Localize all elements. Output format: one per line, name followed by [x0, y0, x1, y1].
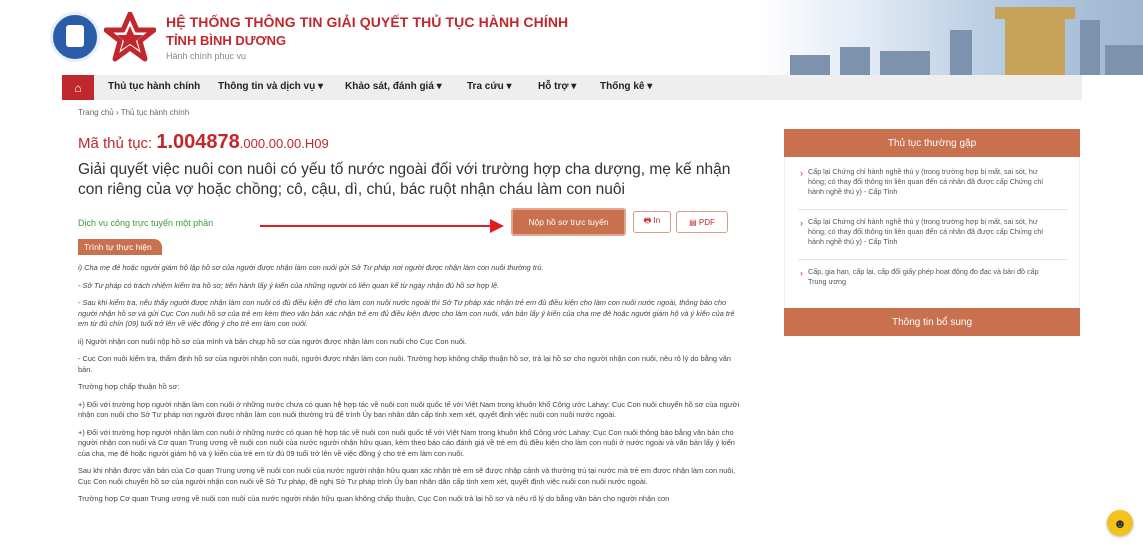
nav-thu-tuc-hanh-chinh[interactable]: Thủ tục hành chính — [108, 81, 200, 92]
print-button[interactable]: 🖶 In — [633, 211, 671, 233]
annotation-arrow-head — [490, 219, 504, 233]
faq-item[interactable]: Cấp lại Chứng chỉ hành nghề thú y (trong… — [808, 167, 1056, 197]
header-banner-image — [760, 0, 1143, 75]
content-paragraph: i) Cha mẹ đẻ hoặc người giám hộ lập hồ s… — [78, 263, 544, 272]
site-header: HỆ THỐNG THÔNG TIN GIẢI QUYẾT THỦ TỤC HÀ… — [0, 0, 1143, 75]
content-paragraph: +) Đối với trường hợp người nhận làm con… — [78, 399, 740, 420]
content-paragraph: - Sau khi kiểm tra, nếu thấy người được … — [78, 298, 735, 328]
procedure-code: Mã thủ tục: 1.004878.000.00.00.H09 — [78, 131, 329, 154]
divider — [798, 259, 1068, 260]
content-paragraph: Sau khi nhận được văn bản của Cơ quan Tr… — [78, 466, 736, 486]
faq-panel-title: Thủ tục thường gặp — [784, 129, 1080, 157]
pdf-button[interactable]: ▤ PDF — [676, 211, 728, 233]
nav-ho-tro[interactable]: Hỗ trợ ▾ — [538, 81, 576, 92]
nav-khao-sat-danh-gia[interactable]: Khảo sát, đánh giá ▾ — [345, 81, 442, 92]
content-paragraph: Trường hợp chấp thuận hồ sơ: — [78, 382, 180, 391]
nav-tra-cuu[interactable]: Tra cứu ▾ — [467, 81, 512, 92]
nav-thong-tin-dich-vu[interactable]: Thông tin và dịch vụ ▾ — [218, 81, 323, 92]
content-paragraph: +) Đối với trường hợp người nhận làm con… — [78, 427, 735, 458]
divider — [798, 209, 1068, 210]
chatbot-button[interactable]: ☻ — [1107, 510, 1133, 536]
content-paragraph: ii) Người nhận con nuôi nộp hồ sơ của mì… — [78, 336, 467, 346]
administrative-logo-icon — [104, 12, 156, 62]
chevron-right-icon: › — [800, 168, 803, 178]
annotation-arrow — [260, 225, 492, 227]
content-paragraph: - Sở Tư pháp có trách nhiệm kiểm tra hồ … — [78, 280, 500, 290]
site-subtitle: TỈNH BÌNH DƯƠNG — [166, 33, 287, 48]
site-tagline: Hành chính phục vụ — [166, 51, 247, 61]
procedure-code-prefix: Mã thủ tục: — [78, 135, 157, 152]
content-paragraph: - Cục Con nuôi kiểm tra, thẩm định hồ sơ… — [78, 354, 732, 374]
procedure-title: Giải quyết việc nuôi con nuôi có yếu tố … — [78, 161, 731, 198]
chevron-right-icon: › — [800, 268, 803, 278]
province-logo[interactable] — [50, 12, 100, 62]
service-level-label: Dịch vụ công trực tuyến một phần — [78, 218, 214, 228]
procedure-code-tail: .000.00.00.H09 — [239, 136, 329, 151]
procedure-content: i) Cha mẹ đẻ hoặc người giám hộ lập hồ s… — [78, 263, 740, 512]
site-title[interactable]: HỆ THỐNG THÔNG TIN GIẢI QUYẾT THỦ TỤC HÀ… — [166, 14, 568, 30]
chevron-right-icon: › — [800, 218, 803, 228]
section-tab-trinh-tu[interactable]: Trình tự thực hiện — [78, 239, 162, 255]
home-button[interactable]: ⌂ — [62, 75, 94, 100]
submit-online-button[interactable]: Nộp hồ sơ trực tuyến — [511, 208, 626, 236]
home-icon: ⌂ — [74, 80, 82, 95]
faq-item[interactable]: Cấp, gia hạn, cấp lại, cấp đổi giấy phép… — [808, 267, 1056, 287]
procedure-code-main: 1.004878 — [156, 131, 240, 153]
faq-item[interactable]: Cấp lại Chứng chỉ hành nghề thú y (trong… — [808, 217, 1056, 247]
nav-thong-ke[interactable]: Thống kê ▾ — [600, 81, 652, 92]
extra-info-panel-title: Thông tin bổ sung — [784, 308, 1080, 336]
breadcrumb[interactable]: Trang chủ › Thủ tục hành chính — [78, 108, 189, 117]
content-paragraph: Trường hợp Cơ quan Trung ương về nuôi co… — [78, 494, 670, 503]
chatbot-face-icon: ☻ — [1113, 515, 1127, 531]
